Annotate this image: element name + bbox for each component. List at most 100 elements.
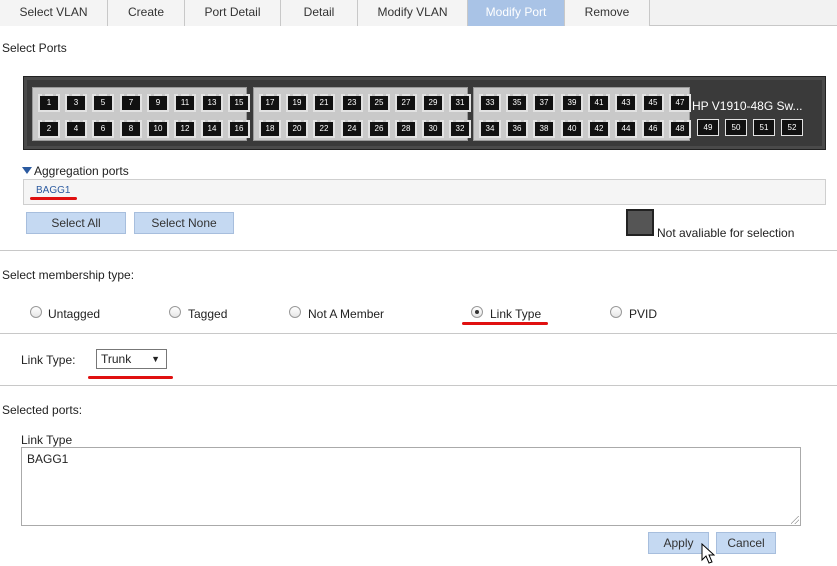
switch-port[interactable]: 43	[615, 94, 637, 112]
tab-create[interactable]: Create	[108, 0, 185, 26]
radio-not-a-member-label: Not A Member	[308, 307, 385, 321]
radio-untagged[interactable]	[30, 306, 42, 318]
red-underline-annotation	[30, 197, 77, 200]
switch-port[interactable]: 22	[313, 120, 335, 138]
aggregation-ports-toggle[interactable]: Aggregation ports	[22, 164, 129, 178]
collapse-triangle-icon	[22, 167, 32, 174]
switch-port[interactable]: 23	[341, 94, 363, 112]
switch-port[interactable]: 1	[38, 94, 60, 112]
divider	[0, 333, 837, 334]
switch-port[interactable]: 44	[615, 120, 637, 138]
switch-port[interactable]: 38	[533, 120, 555, 138]
switch-port[interactable]: 5	[92, 94, 114, 112]
switch-port[interactable]: 30	[422, 120, 444, 138]
switch-port[interactable]: 35	[506, 94, 528, 112]
switch-port[interactable]: 15	[228, 94, 250, 112]
tab-select-vlan[interactable]: Select VLAN	[0, 0, 108, 26]
switch-port[interactable]: 29	[422, 94, 444, 112]
mouse-pointer-icon	[701, 543, 715, 564]
radio-tagged[interactable]	[169, 306, 181, 318]
cancel-button[interactable]: Cancel	[716, 532, 776, 554]
radio-tagged-label: Tagged	[188, 307, 228, 321]
membership-type-title: Select membership type:	[2, 268, 135, 282]
unavailable-legend-swatch	[626, 209, 654, 236]
switch-port[interactable]: 48	[669, 120, 691, 138]
switch-port[interactable]: 32	[449, 120, 471, 138]
switch-port[interactable]: 26	[368, 120, 390, 138]
switch-port[interactable]: 14	[201, 120, 223, 138]
link-type-label: Link Type:	[21, 353, 76, 367]
switch-port[interactable]: 19	[286, 94, 308, 112]
switch-port[interactable]: 27	[395, 94, 417, 112]
tab-bar: Select VLAN Create Port Detail Detail Mo…	[0, 0, 837, 26]
aggregation-ports-title: Aggregation ports	[34, 164, 129, 178]
switch-port[interactable]: 17	[259, 94, 281, 112]
switch-port[interactable]: 13	[201, 94, 223, 112]
link-type-value: Trunk	[101, 352, 132, 366]
switch-port[interactable]: 2	[38, 120, 60, 138]
select-none-button[interactable]: Select None	[134, 212, 234, 234]
switch-port[interactable]: 36	[506, 120, 528, 138]
switch-port[interactable]: 11	[174, 94, 196, 112]
tab-modify-port[interactable]: Modify Port	[468, 0, 565, 26]
switch-port[interactable]: 37	[533, 94, 555, 112]
divider	[0, 250, 837, 251]
switch-port[interactable]: 31	[449, 94, 471, 112]
switch-port[interactable]: 46	[642, 120, 664, 138]
tab-remove[interactable]: Remove	[565, 0, 650, 26]
switch-port[interactable]: 45	[642, 94, 664, 112]
resize-grip-icon[interactable]	[791, 516, 799, 524]
switch-port[interactable]: 6	[92, 120, 114, 138]
radio-link-type[interactable]	[471, 306, 483, 318]
selected-ports-field-label: Link Type	[21, 433, 73, 447]
switch-port[interactable]: 7	[120, 94, 142, 112]
link-type-select[interactable]: Trunk ▼	[96, 349, 167, 369]
switch-port[interactable]: 41	[588, 94, 610, 112]
switch-panel: 1 3 5 7 9 11 13 15 17 19 21 23 25 27 29 31 33 35 37 39 41 43 4…	[23, 76, 826, 150]
sfp-port[interactable]: 52	[781, 119, 803, 136]
switch-port[interactable]: 18	[259, 120, 281, 138]
switch-port[interactable]: 4	[65, 120, 87, 138]
selected-ports-value: BAGG1	[27, 452, 69, 466]
switch-port[interactable]: 24	[341, 120, 363, 138]
switch-port[interactable]: 39	[561, 94, 583, 112]
tab-modify-vlan[interactable]: Modify VLAN	[358, 0, 468, 26]
sfp-port[interactable]: 50	[725, 119, 747, 136]
switch-port[interactable]: 10	[147, 120, 169, 138]
switch-port[interactable]: 9	[147, 94, 169, 112]
switch-port[interactable]: 40	[561, 120, 583, 138]
radio-not-a-member[interactable]	[289, 306, 301, 318]
radio-link-type-label: Link Type	[490, 307, 542, 321]
unavailable-legend-label: Not avaliable for selection	[657, 226, 795, 240]
dropdown-arrow-icon: ▼	[151, 354, 160, 364]
selected-ports-textarea[interactable]: BAGG1	[21, 447, 801, 526]
switch-port[interactable]: 42	[588, 120, 610, 138]
sfp-port[interactable]: 51	[753, 119, 775, 136]
switch-port[interactable]: 28	[395, 120, 417, 138]
sfp-port[interactable]: 49	[697, 119, 719, 136]
select-all-button[interactable]: Select All	[26, 212, 126, 234]
switch-port[interactable]: 47	[669, 94, 691, 112]
switch-port[interactable]: 12	[174, 120, 196, 138]
apply-button[interactable]: Apply	[648, 532, 709, 554]
radio-untagged-label: Untagged	[48, 307, 101, 321]
red-underline-annotation	[462, 322, 548, 325]
tab-detail[interactable]: Detail	[281, 0, 358, 26]
selected-ports-title: Selected ports:	[2, 403, 83, 417]
switch-port[interactable]: 20	[286, 120, 308, 138]
switch-port[interactable]: 25	[368, 94, 390, 112]
radio-pvid[interactable]	[610, 306, 622, 318]
tab-port-detail[interactable]: Port Detail	[185, 0, 281, 26]
aggregation-port-bagg1[interactable]: BAGG1	[36, 185, 70, 196]
aggregation-ports-box: BAGG1	[23, 179, 826, 205]
switch-port[interactable]: 16	[228, 120, 250, 138]
red-underline-annotation	[88, 376, 173, 379]
switch-port[interactable]: 3	[65, 94, 87, 112]
switch-port[interactable]: 8	[120, 120, 142, 138]
divider	[0, 385, 837, 386]
device-name: HP V1910-48G Sw...	[692, 99, 803, 113]
radio-pvid-label: PVID	[629, 307, 658, 321]
switch-port[interactable]: 21	[313, 94, 335, 112]
switch-port[interactable]: 34	[479, 120, 501, 138]
switch-port[interactable]: 33	[479, 94, 501, 112]
